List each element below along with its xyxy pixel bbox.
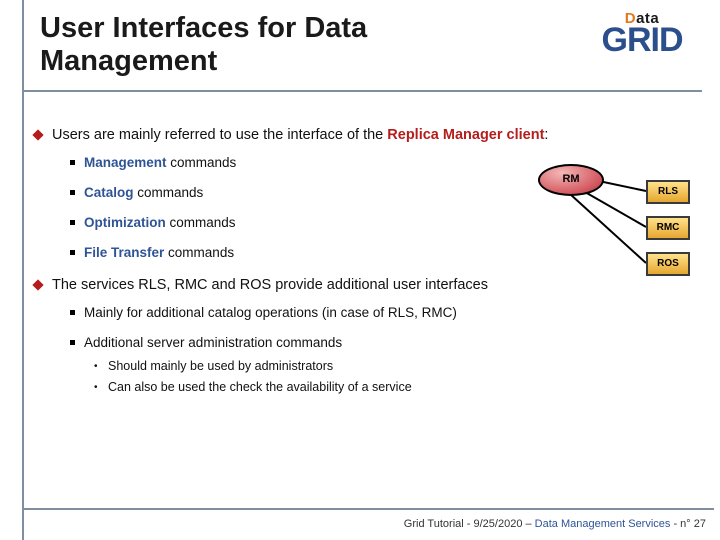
diamond-bullet-icon xyxy=(32,280,43,291)
square-bullet-icon xyxy=(70,250,75,255)
sub-sub-item: • Can also be used the check the availab… xyxy=(94,379,670,396)
square-bullet-icon xyxy=(70,220,75,225)
footer-date: 9/25/2020 xyxy=(474,518,523,530)
square-bullet-icon xyxy=(70,190,75,195)
sub-sub-item: • Should mainly be used by administrator… xyxy=(94,358,670,375)
page-title: User Interfaces for Data Management xyxy=(40,12,550,79)
title-underline xyxy=(22,90,702,92)
footer-rule xyxy=(22,508,714,510)
bullet-em: Replica Manager client xyxy=(387,127,544,143)
logo-grid-word: GRID xyxy=(582,23,702,57)
square-bullet-icon xyxy=(70,340,75,345)
footer: Grid Tutorial - 9/25/2020 – Data Managem… xyxy=(404,518,706,530)
bullet-replica-manager: Users are mainly referred to use the int… xyxy=(34,126,698,262)
bullet-text: Users are mainly referred to use the int… xyxy=(52,127,387,143)
datagrid-logo: Data GRID xyxy=(582,10,702,57)
square-bullet-icon xyxy=(70,310,75,315)
bullet-additional-ui: The services RLS, RMC and ROS provide ad… xyxy=(34,276,698,396)
sub-item: Catalog commands xyxy=(70,184,510,202)
footer-page: - n° 27 xyxy=(670,518,706,530)
sub-item: Additional server administration command… xyxy=(70,334,670,396)
sub-item: Optimization commands xyxy=(70,214,510,232)
left-rule xyxy=(22,0,24,540)
footer-service: Data Management Services xyxy=(535,518,671,530)
square-bullet-icon xyxy=(70,160,75,165)
dash-bullet-icon: • xyxy=(94,362,98,372)
sub-item: File Transfer commands xyxy=(70,244,510,262)
sub-item: Mainly for additional catalog operations… xyxy=(70,304,670,322)
bullet-text: The services RLS, RMC and ROS provide ad… xyxy=(52,277,488,293)
diamond-bullet-icon xyxy=(32,129,43,140)
sub-item: Management commands xyxy=(70,154,510,172)
dash-bullet-icon: • xyxy=(94,383,98,393)
footer-tutorial: Grid Tutorial xyxy=(404,518,464,530)
